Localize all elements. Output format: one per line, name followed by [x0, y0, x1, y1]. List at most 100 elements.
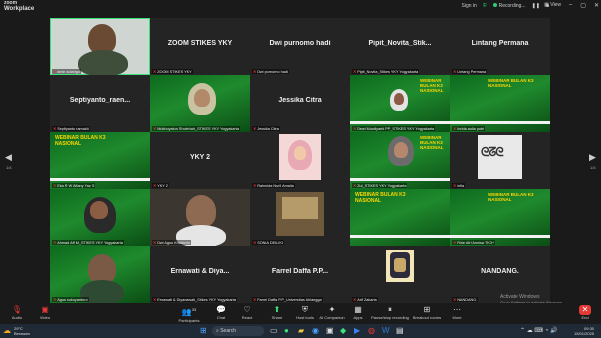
participant-name: ✕Dwi purnomo hadi — [252, 69, 289, 74]
word-icon[interactable]: W — [382, 326, 390, 336]
video-tile[interactable]: Pipit_Novita_Stik... ✕Pipit_Novita_Stike… — [350, 18, 450, 75]
chrome-icon[interactable]: ◍ — [368, 326, 375, 336]
start-icon[interactable]: ⊞ — [200, 326, 207, 336]
participant-display-name: NANDANG. — [481, 268, 519, 275]
more-label: More — [452, 315, 462, 320]
video-tile[interactable]: WEBINAR BULAN K3 NASIONAL ✕Inrida aulia p… — [450, 75, 550, 132]
end-button[interactable]: ✕ End — [570, 305, 600, 320]
participant-name: ✕SONIA DEILIKI — [252, 240, 284, 245]
participant-name: ✕Pipit_Novita_Stikes YKY Yogyakarta — [352, 69, 420, 74]
breakout-icon: ⊞ — [423, 305, 431, 314]
video-tile[interactable]: Jessika Citra ✕Jessika Citra — [250, 75, 350, 132]
task-view-icon[interactable]: ▭ — [270, 326, 278, 336]
participants-count: 33 — [191, 307, 197, 312]
pause-icon[interactable]: ❚❚ — [532, 3, 540, 9]
weather-widget[interactable]: 29°C Berawan — [14, 326, 30, 336]
participant-display-name: Septiyanto_raen... — [69, 97, 131, 104]
recording-dot-icon — [492, 3, 497, 7]
view-button[interactable]: ▦ View — [544, 2, 561, 9]
participant-name: ✕Mukhoyatun Sholehah_STIKES YKY Yogyakar… — [152, 126, 240, 131]
zoom-logo: zoom Workplace — [4, 1, 34, 13]
taskbar-search[interactable]: ⌕ Search — [212, 326, 264, 336]
participant-body — [78, 50, 128, 75]
store-icon[interactable]: ▣ — [326, 326, 334, 336]
pharaoh-face — [394, 258, 406, 272]
participant-name: ✕Dewi Murdiyanti PP_STIKES YKY Yogyakart… — [352, 126, 436, 131]
participant-display-name: Jessika Citra — [278, 97, 322, 104]
close-icon[interactable]: ✕ — [594, 2, 599, 9]
video-tile[interactable]: Ernawati & Diya... ✕Ernawati & Diyanawat… — [150, 246, 250, 303]
video-tile[interactable]: Lintang Permana ✕Lintang Permana — [450, 18, 550, 75]
participant-name: ✕NANDANG. — [452, 297, 479, 302]
breakout-rooms-button[interactable]: ⊞ Breakout rooms — [410, 305, 444, 320]
edge-icon[interactable]: ◉ — [312, 326, 319, 336]
video-tile[interactable]: WEBINAR BULAN K3 NASIONAL ✕Dewi Murdiyant… — [350, 75, 450, 132]
maximize-icon[interactable]: ▢ — [580, 2, 586, 9]
video-tile[interactable]: ✕Rahmida Nuril Amalia — [250, 132, 350, 189]
more-button[interactable]: ⋯ More — [442, 305, 472, 320]
participants-icon: 👥33 — [181, 307, 197, 317]
video-tile[interactable]: Dwi purnomo hadi ✕Dwi purnomo hadi — [250, 18, 350, 75]
video-tile[interactable]: ✕Agus sukoyanturo — [50, 246, 150, 303]
next-page-icon[interactable]: ▶ — [589, 152, 596, 163]
recording-label: Recording... — [498, 3, 526, 9]
video-tile[interactable]: WEBINAR BULAN K3 NASIONAL ✕Ririe Afri Ann… — [450, 189, 550, 246]
slide-stripe — [450, 121, 550, 124]
mic-muted-icon: 🎙 — [11, 305, 23, 314]
participant-face — [294, 146, 306, 160]
chat-label: Chat — [216, 315, 226, 320]
tray-icons[interactable]: ⌃ ☁ ⌨ ◔ 🔊 — [520, 326, 557, 336]
apps-button[interactable]: ▦ Apps — [343, 305, 373, 320]
pause-recording-label: Pause/stop recording — [371, 315, 409, 320]
audio-label: Audio — [11, 315, 23, 320]
app2-icon[interactable]: ◆ — [340, 326, 346, 336]
participant-display-name: Lintang Permana — [471, 40, 529, 47]
shield-icon: ⛨ — [482, 3, 487, 9]
video-tile[interactable]: Farrel Daffa P.P... ✕Farrel Daffa P.P_Un… — [250, 246, 350, 303]
video-tile[interactable]: YKY 2 ✕YKY 2 — [150, 132, 250, 189]
video-tile[interactable]: WEBINAR BULAN K3 NASIONAL — [350, 189, 450, 246]
video-tile[interactable]: WEBINAR BULAN K3 NASIONAL ✕Zul_STIKES YKY… — [350, 132, 450, 189]
video-tile[interactable]: ✕Arif Zakaria — [350, 246, 450, 303]
pause-recording-button[interactable]: ⏸ Pause/stop recording — [370, 305, 410, 320]
video-gallery: ✕amin sutarigo ZOOM STIKES YKY ✕ZOOM STI… — [50, 18, 550, 303]
more-icon: ⋯ — [453, 305, 461, 314]
video-tile[interactable]: WEBINAR BULAN K3 NASIONAL ✕Eka R W Alfany… — [50, 132, 150, 189]
video-button[interactable]: ▣ Video — [30, 305, 60, 320]
slide-stripe — [450, 235, 550, 238]
video-tile[interactable]: ᘓᘔᘓ ✕infia — [450, 132, 550, 189]
app-icon[interactable]: ● — [284, 326, 289, 336]
share-icon: ⬆ — [273, 305, 281, 314]
weather-desc: Berawan — [14, 331, 30, 336]
host-tools-button[interactable]: ⛨ Host tools — [290, 305, 320, 320]
clock-date: 15/01/2025 — [574, 331, 595, 336]
video-tile[interactable]: ✕Mukhoyatun Sholehah_STIKES YKY Yogyakar… — [150, 75, 250, 132]
folder-icon[interactable]: ▰ — [298, 326, 304, 336]
topbar-right: Sign in ⛨ Recording... ❚❚ ■ — [462, 3, 549, 9]
participant-display-name: YKY 2 — [189, 154, 211, 161]
signin-link[interactable]: Sign in — [462, 3, 477, 9]
prev-page-icon[interactable]: ◀ — [5, 152, 12, 163]
recording-indicator[interactable]: Recording... — [492, 3, 526, 9]
video-tile[interactable]: ZOOM STIKES YKY ✕ZOOM STIKES YKY — [150, 18, 250, 75]
participants-button[interactable]: 👥33 Participants — [172, 305, 206, 323]
zoom-taskbar-icon[interactable]: ▶ — [354, 326, 360, 336]
app3-icon[interactable]: ▤ — [396, 326, 404, 336]
react-button[interactable]: ♡ React — [232, 305, 262, 320]
share-label: Share — [271, 315, 283, 320]
next-page-count: 1/4 — [590, 165, 596, 170]
video-tile[interactable]: ✕SONIA DEILIKI — [250, 189, 350, 246]
participant-name: ✕YKY 2 — [152, 183, 169, 188]
share-button[interactable]: ⬆ Share — [262, 305, 292, 320]
participant-name: ✕Dwi Agus Kristianto — [152, 240, 191, 245]
clock[interactable]: 09:30 15/01/2025 — [574, 326, 594, 336]
audio-button[interactable]: 🎙 Audio — [2, 305, 32, 320]
video-tile[interactable]: ✕amin sutarigo — [50, 18, 150, 75]
video-tile[interactable]: ✕Dwi Agus Kristianto — [150, 189, 250, 246]
meeting-toolbar: 🎙 Audio ▣ Video 👥33 Participants 💬 Chat ♡ Rea… — [0, 303, 601, 324]
video-tile[interactable]: ✕Ahmad Aff M_STIKES YKY Yogyakarta — [50, 189, 150, 246]
ai-companion-label: AI Companion — [319, 315, 345, 320]
video-tile[interactable]: Septiyanto_raen... ✕Septiyanto ramaldi — [50, 75, 150, 132]
participant-face — [90, 201, 108, 219]
minimize-icon[interactable]: – — [569, 2, 572, 9]
